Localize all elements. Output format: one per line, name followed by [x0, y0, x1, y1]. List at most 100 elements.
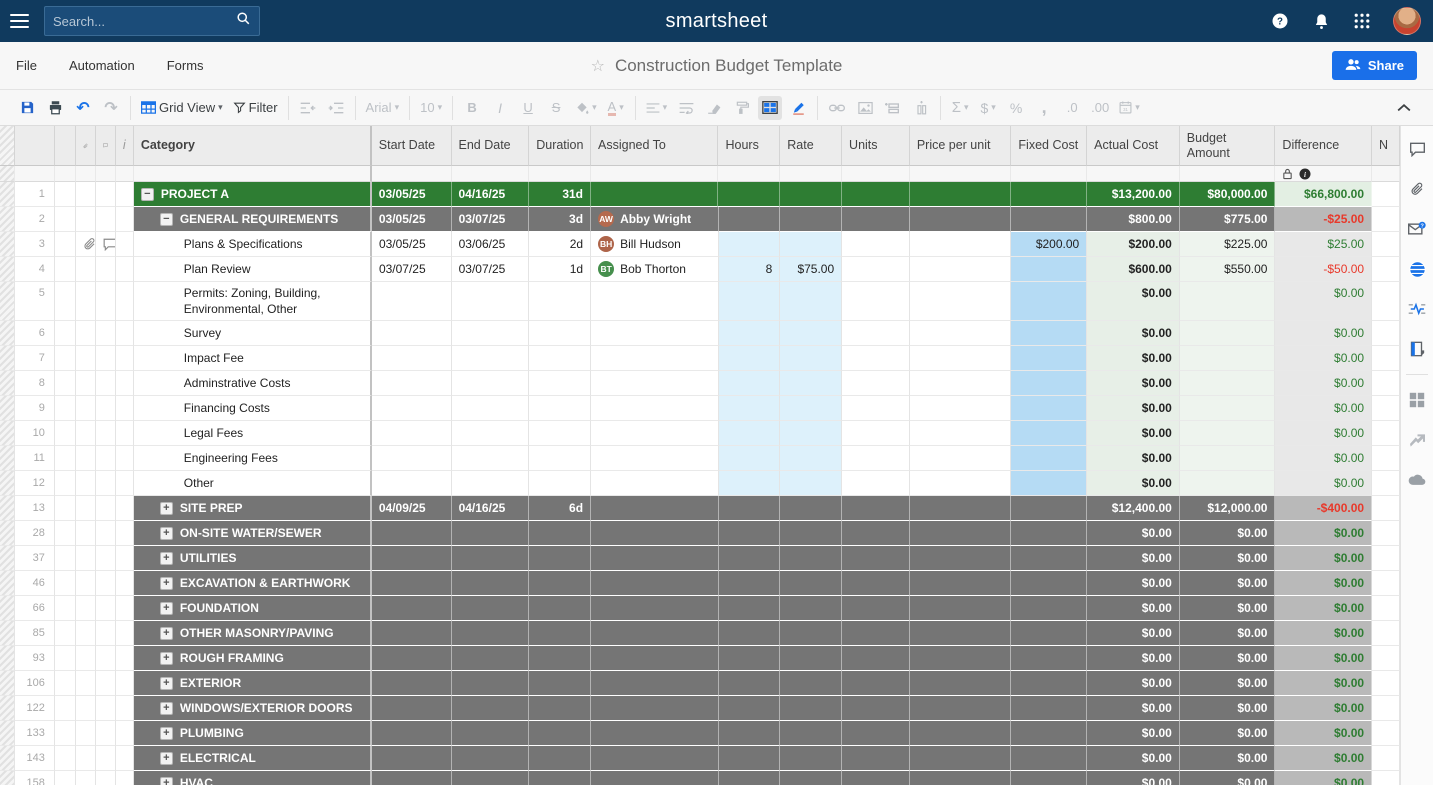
assigned-to-cell[interactable] — [591, 446, 718, 471]
category-cell[interactable]: Impact Fee — [134, 346, 372, 371]
highlight-button[interactable] — [786, 96, 810, 120]
actual-cost-cell[interactable]: $0.00 — [1087, 671, 1180, 696]
category-cell[interactable]: +FOUNDATION — [134, 596, 372, 621]
column-header-actual-cost[interactable]: Actual Cost — [1087, 126, 1180, 166]
start-date-cell[interactable] — [372, 396, 452, 421]
fixed-cost-cell[interactable] — [1011, 771, 1087, 785]
hours-cell[interactable] — [719, 596, 781, 621]
row-comments-cell[interactable] — [96, 571, 116, 596]
budget-amount-cell[interactable]: $0.00 — [1180, 521, 1276, 546]
link-icon[interactable] — [825, 96, 849, 120]
units-cell[interactable] — [842, 746, 910, 771]
undo-icon[interactable]: ↶ — [71, 96, 95, 120]
hours-cell[interactable] — [719, 621, 781, 646]
difference-cell[interactable]: $0.00 — [1275, 621, 1372, 646]
row-drag-handle[interactable] — [0, 596, 15, 621]
start-date-cell[interactable] — [372, 282, 452, 321]
units-cell[interactable] — [842, 571, 910, 596]
column-header-start-date[interactable]: Start Date — [372, 126, 452, 166]
row-comments-cell[interactable] — [96, 207, 116, 232]
row-comments-cell[interactable] — [96, 646, 116, 671]
difference-cell[interactable]: $0.00 — [1275, 546, 1372, 571]
row-drag-handle[interactable] — [0, 257, 15, 282]
row-number[interactable]: 8 — [15, 371, 55, 396]
assigned-to-cell[interactable] — [591, 721, 718, 746]
price-per-unit-cell[interactable] — [910, 746, 1012, 771]
fixed-cost-cell[interactable] — [1011, 282, 1087, 321]
row-drag-handle[interactable] — [0, 771, 15, 785]
fixed-cost-cell[interactable] — [1011, 646, 1087, 671]
rate-cell[interactable] — [780, 771, 842, 785]
row-drag-handle[interactable] — [0, 396, 15, 421]
row-attachments-cell[interactable] — [76, 496, 96, 521]
decrease-decimal-button[interactable]: .0 — [1060, 96, 1084, 120]
price-per-unit-cell[interactable] — [910, 396, 1012, 421]
row-comments-cell[interactable] — [96, 496, 116, 521]
column-header-hours[interactable]: Hours — [718, 126, 780, 166]
category-cell[interactable]: +SITE PREP — [134, 496, 372, 521]
budget-amount-cell[interactable]: $80,000.00 — [1180, 182, 1276, 207]
budget-amount-cell[interactable]: $0.00 — [1180, 696, 1276, 721]
font-color-button[interactable]: A▾ — [604, 96, 628, 120]
actual-cost-cell[interactable]: $0.00 — [1087, 396, 1180, 421]
end-date-cell[interactable] — [452, 421, 530, 446]
row-number[interactable]: 106 — [15, 671, 55, 696]
expand-toggle-icon[interactable]: + — [160, 777, 173, 786]
actual-cost-cell[interactable]: $0.00 — [1087, 421, 1180, 446]
row-attachments-cell[interactable] — [76, 182, 96, 207]
end-date-cell[interactable] — [452, 646, 530, 671]
price-per-unit-cell[interactable] — [910, 646, 1012, 671]
end-date-cell[interactable] — [452, 446, 530, 471]
difference-cell[interactable]: $0.00 — [1275, 571, 1372, 596]
fixed-cost-cell[interactable] — [1011, 721, 1087, 746]
row-comments-cell[interactable] — [96, 446, 116, 471]
price-per-unit-cell[interactable] — [910, 696, 1012, 721]
column-header-difference[interactable]: Difference — [1275, 126, 1372, 166]
start-date-cell[interactable] — [372, 346, 452, 371]
assigned-to-cell[interactable] — [591, 746, 718, 771]
units-cell[interactable] — [842, 232, 910, 257]
hours-cell[interactable] — [719, 746, 781, 771]
difference-cell[interactable]: $0.00 — [1275, 321, 1372, 346]
units-cell[interactable] — [842, 182, 910, 207]
insert-row-icon[interactable] — [881, 96, 905, 120]
notes-cell[interactable] — [1372, 371, 1400, 396]
category-cell[interactable]: +PLUMBING — [134, 721, 372, 746]
row-attachments-cell[interactable] — [76, 257, 96, 282]
bold-button[interactable]: B — [460, 96, 484, 120]
row-drag-handle[interactable] — [0, 346, 15, 371]
row-attachments-cell[interactable] — [76, 721, 96, 746]
rate-cell[interactable] — [780, 596, 842, 621]
start-date-cell[interactable]: 03/05/25 — [372, 207, 452, 232]
actual-cost-cell[interactable]: $800.00 — [1087, 207, 1180, 232]
row-drag-handle[interactable] — [0, 446, 15, 471]
row-selection-cell[interactable] — [55, 546, 76, 571]
column-info-icon[interactable]: i — [1299, 168, 1311, 180]
expand-toggle-icon[interactable]: + — [160, 752, 173, 765]
rate-cell[interactable] — [780, 721, 842, 746]
price-per-unit-cell[interactable] — [910, 321, 1012, 346]
row-comments-cell[interactable] — [96, 257, 116, 282]
row-selection-cell[interactable] — [55, 396, 76, 421]
actual-cost-cell[interactable]: $0.00 — [1087, 571, 1180, 596]
expand-toggle-icon[interactable]: + — [160, 727, 173, 740]
end-date-cell[interactable] — [452, 471, 530, 496]
row-selection-cell[interactable] — [55, 571, 76, 596]
hours-cell[interactable] — [719, 721, 781, 746]
start-date-cell[interactable] — [372, 646, 452, 671]
row-drag-handle[interactable] — [0, 182, 15, 207]
notes-cell[interactable] — [1372, 446, 1400, 471]
difference-cell[interactable]: $25.00 — [1275, 232, 1372, 257]
assigned-to-cell[interactable] — [591, 421, 718, 446]
difference-cell[interactable]: $0.00 — [1275, 346, 1372, 371]
category-cell[interactable]: +OTHER MASONRY/PAVING — [134, 621, 372, 646]
column-header-category[interactable]: Category — [134, 126, 372, 166]
row-attachments-cell[interactable] — [76, 696, 96, 721]
fixed-cost-cell[interactable] — [1011, 571, 1087, 596]
expand-toggle-icon[interactable]: + — [160, 527, 173, 540]
start-date-cell[interactable] — [372, 771, 452, 785]
fixed-cost-cell[interactable] — [1011, 546, 1087, 571]
row-attachments-cell[interactable] — [76, 746, 96, 771]
start-date-cell[interactable] — [372, 746, 452, 771]
table-row[interactable]: 8Adminstrative Costs$0.00$0.00 — [0, 371, 1400, 396]
